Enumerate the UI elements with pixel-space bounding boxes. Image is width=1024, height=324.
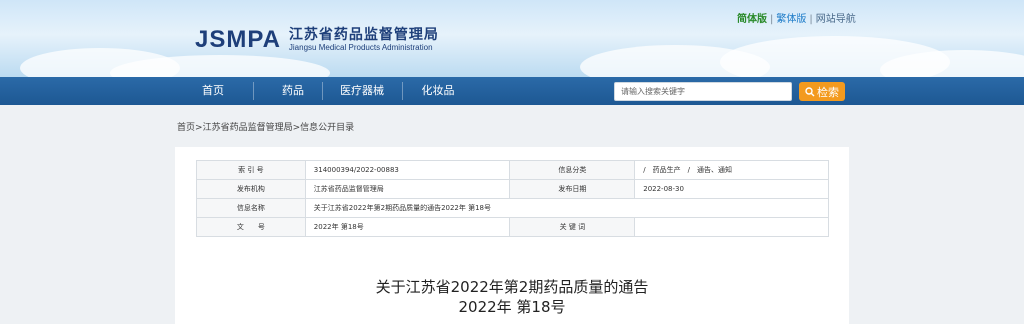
logo-mark: JSMPA: [195, 26, 281, 53]
top-links: 简体版 | 繁体版 | 网站导航: [737, 10, 856, 25]
document-number: 2022年 第18号: [458, 298, 566, 316]
publish-date-label: 发布日期: [509, 179, 636, 199]
search-button-label: 检索: [817, 85, 839, 99]
index-number-value: 314000394/2022-00883: [304, 160, 511, 180]
link-separator: |: [809, 14, 813, 25]
category-value: / 药品生产 / 通告、通知: [634, 160, 829, 180]
simplified-link[interactable]: 简体版: [737, 10, 767, 25]
breadcrumb-separator: >: [195, 123, 203, 133]
link-separator: |: [770, 14, 774, 25]
doc-number-label: 文 号: [196, 217, 306, 237]
nav-item-medical-devices[interactable]: 医疗器械: [322, 77, 402, 105]
nav-item-home[interactable]: 首页: [173, 77, 253, 105]
document-title: 关于江苏省2022年第2期药品质量的通告: [375, 278, 649, 296]
publisher-label: 发布机构: [196, 179, 306, 199]
info-name-value: 关于江苏省2022年第2期药品质量的通告2022年 第18号: [304, 198, 830, 218]
breadcrumb-catalog[interactable]: 信息公开目录: [300, 123, 354, 133]
search-input[interactable]: [614, 82, 792, 101]
info-name-label: 信息名称: [196, 198, 306, 218]
nav-item-drugs[interactable]: 药品: [253, 77, 333, 105]
breadcrumb-agency[interactable]: 江苏省药品监督管理局: [203, 123, 293, 133]
table-row: 文 号 2022年 第18号 关 键 词: [196, 217, 829, 237]
keywords-label: 关 键 词: [509, 217, 636, 237]
header-banner: JSMPA 江苏省药品监督管理局 Jiangsu Medical Product…: [0, 0, 1024, 77]
nav-item-cosmetics[interactable]: 化妆品: [398, 77, 478, 105]
site-nav-link[interactable]: 网站导航: [816, 10, 856, 25]
breadcrumb-home[interactable]: 首页: [177, 123, 195, 133]
keywords-value: [634, 217, 829, 237]
index-number-label: 索 引 号: [196, 160, 306, 180]
info-meta-table: 索 引 号 314000394/2022-00883 信息分类 / 药品生产 /…: [196, 160, 830, 237]
site-logo[interactable]: JSMPA 江苏省药品监督管理局 Jiangsu Medical Product…: [195, 26, 439, 54]
main-nav: 首页 药品 医疗器械 化妆品 检索: [0, 77, 1024, 105]
breadcrumb: 首页>江苏省药品监督管理局>信息公开目录: [177, 120, 354, 133]
category-label: 信息分类: [509, 160, 636, 180]
publish-date-value: 2022-08-30: [634, 179, 829, 199]
table-row: 信息名称 关于江苏省2022年第2期药品质量的通告2022年 第18号: [196, 198, 830, 218]
table-row: 发布机构 江苏省药品监督管理局 发布日期 2022-08-30: [196, 179, 829, 199]
traditional-link[interactable]: 繁体版: [776, 10, 806, 25]
search-button[interactable]: 检索: [799, 82, 845, 101]
doc-number-value: 2022年 第18号: [304, 217, 511, 237]
logo-english-name: Jiangsu Medical Products Administration: [288, 43, 433, 52]
table-row: 索 引 号 314000394/2022-00883 信息分类 / 药品生产 /…: [196, 160, 829, 180]
content-card: 索 引 号 314000394/2022-00883 信息分类 / 药品生产 /…: [175, 147, 849, 324]
publisher-value: 江苏省药品监督管理局: [304, 179, 511, 199]
breadcrumb-separator: >: [292, 123, 301, 133]
search-icon: [805, 86, 815, 96]
logo-chinese-name: 江苏省药品监督管理局: [288, 27, 439, 43]
